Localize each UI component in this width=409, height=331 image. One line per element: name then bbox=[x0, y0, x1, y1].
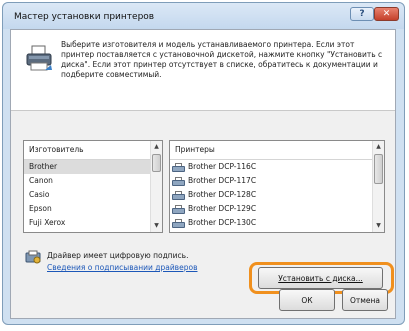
have-disk-label: Установить с диска... bbox=[278, 273, 363, 283]
printer-item[interactable]: Brother DCP-116C bbox=[170, 160, 372, 174]
signature-status: Драйвер имеет цифровую подпись. bbox=[47, 251, 189, 260]
intro-text: Выберите изготовителя и модель устанавли… bbox=[61, 40, 383, 79]
printer-scrollbar[interactable]: ▲ ▼ bbox=[372, 141, 384, 232]
scroll-down-icon[interactable]: ▼ bbox=[373, 220, 384, 232]
printer-list[interactable]: Принтеры Brother DCP-116C Brother DCP-11… bbox=[169, 140, 385, 233]
printer-list-header: Принтеры bbox=[170, 141, 372, 160]
manufacturer-scrollbar[interactable]: ▲ ▼ bbox=[150, 141, 162, 232]
printer-item-label: Brother DCP-129C bbox=[188, 204, 257, 213]
printer-item-label: Brother DCP-116C bbox=[188, 162, 257, 171]
printer-item[interactable]: Brother DCP-117C bbox=[170, 174, 372, 188]
close-button[interactable]: ✕ bbox=[374, 7, 399, 21]
title-bar[interactable]: Мастер установки принтеров ? ✕ bbox=[3, 3, 404, 29]
ok-button[interactable]: ОК bbox=[279, 289, 335, 311]
manufacturer-item[interactable]: Canon bbox=[24, 174, 150, 188]
manufacturer-item[interactable]: Casio bbox=[24, 188, 150, 202]
certified-driver-icon bbox=[25, 250, 41, 264]
printer-item-label: Brother DCP-117C bbox=[188, 176, 257, 185]
printer-icon bbox=[172, 162, 185, 172]
printer-item-label: Brother DCP-128C bbox=[188, 190, 257, 199]
manufacturer-list-header: Изготовитель bbox=[24, 141, 150, 160]
scroll-up-icon[interactable]: ▲ bbox=[151, 141, 162, 153]
printer-item[interactable]: Brother DCP-128C bbox=[170, 188, 372, 202]
printer-icon bbox=[172, 204, 185, 214]
printer-wizard-window: Мастер установки принтеров ? ✕ Выберите … bbox=[2, 2, 405, 325]
wizard-header: Выберите изготовителя и модель устанавли… bbox=[11, 30, 395, 111]
scroll-thumb[interactable] bbox=[152, 154, 161, 172]
manufacturer-item[interactable]: Fuji Xerox bbox=[24, 216, 150, 230]
printer-item[interactable]: Brother DCP-129C bbox=[170, 202, 372, 216]
printer-icon bbox=[172, 176, 185, 186]
dialog-body: Выберите изготовителя и модель устанавли… bbox=[10, 29, 396, 319]
cancel-button[interactable]: Отмена bbox=[342, 289, 388, 311]
printer-item[interactable]: Brother DCP-130C bbox=[170, 216, 372, 230]
manufacturer-item[interactable]: Epson bbox=[24, 202, 150, 216]
scroll-up-icon[interactable]: ▲ bbox=[373, 141, 384, 153]
scroll-thumb[interactable] bbox=[374, 154, 383, 184]
window-title: Мастер установки принтеров bbox=[14, 12, 155, 22]
manufacturer-list[interactable]: Изготовитель Brother Canon Casio Epson F… bbox=[23, 140, 163, 233]
manufacturer-item[interactable]: Brother bbox=[24, 160, 150, 174]
printer-icon bbox=[172, 190, 185, 200]
printer-icon bbox=[172, 218, 185, 228]
printer-wizard-icon bbox=[26, 45, 52, 71]
driver-signing-link[interactable]: Сведения о подписывании драйверов bbox=[47, 263, 198, 272]
printer-item-label: Brother DCP-130C bbox=[188, 218, 257, 227]
help-button[interactable]: ? bbox=[350, 7, 374, 21]
scroll-down-icon[interactable]: ▼ bbox=[151, 220, 162, 232]
have-disk-button[interactable]: Установить с диска... bbox=[258, 267, 383, 289]
